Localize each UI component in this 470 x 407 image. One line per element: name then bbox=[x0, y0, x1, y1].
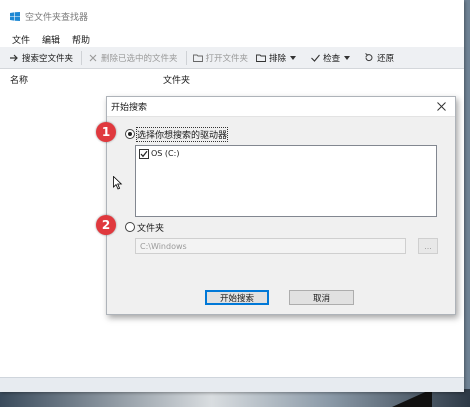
title-bar: 空文件夹查找器 bbox=[0, 0, 464, 32]
toolbar: 搜索空文件夹 删除已选中的文件夹 打开文件夹 排除 检查 还原 bbox=[0, 47, 464, 69]
cancel-button[interactable]: 取消 bbox=[289, 290, 354, 305]
checkmark-icon bbox=[310, 53, 320, 63]
folder-icon bbox=[192, 53, 203, 63]
folder-exclude-icon bbox=[256, 53, 266, 63]
restore-button[interactable]: 还原 bbox=[361, 49, 397, 67]
exclude-label: 排除 bbox=[269, 53, 287, 64]
check-button[interactable]: 检查 bbox=[307, 49, 359, 67]
restore-label: 还原 bbox=[377, 53, 395, 64]
app-icon bbox=[10, 11, 20, 21]
drive-checkbox[interactable] bbox=[139, 149, 149, 159]
status-bar bbox=[0, 377, 464, 392]
drives-option-label[interactable]: 选择你想搜索的驱动器 bbox=[135, 127, 229, 142]
start-search-button[interactable]: 开始搜索 bbox=[205, 290, 269, 305]
menu-file[interactable]: 文件 bbox=[12, 33, 30, 46]
menu-bar: 文件 编辑 帮助 bbox=[0, 32, 464, 46]
delete-x-icon bbox=[88, 53, 98, 63]
drives-radio[interactable] bbox=[125, 129, 135, 139]
open-folder-label: 打开文件夹 bbox=[205, 53, 249, 64]
dialog-title: 开始搜索 bbox=[111, 103, 148, 113]
chevron-down-icon[interactable] bbox=[290, 55, 297, 60]
exclude-button[interactable]: 排除 bbox=[253, 49, 305, 67]
mouse-cursor-icon bbox=[113, 176, 123, 190]
column-name[interactable]: 名称 bbox=[10, 73, 28, 86]
menu-help[interactable]: 帮助 bbox=[72, 33, 90, 46]
drive-label[interactable]: OS (C:) bbox=[151, 149, 179, 158]
search-empty-folders-button[interactable]: 搜索空文件夹 bbox=[6, 49, 76, 67]
search-empty-folders-label: 搜索空文件夹 bbox=[22, 53, 74, 64]
dialog-title-bar: 开始搜索 bbox=[107, 97, 455, 117]
start-search-dialog: 开始搜索 选择你想搜索的驱动器 OS (C:) 文件夹 ... 开始搜索 取消 bbox=[106, 96, 456, 315]
step-badge-2: 2 bbox=[96, 215, 116, 235]
drive-list[interactable]: OS (C:) bbox=[135, 145, 437, 217]
delete-selected-button[interactable]: 删除已选中的文件夹 bbox=[85, 49, 181, 67]
browse-button[interactable]: ... bbox=[418, 238, 438, 254]
step-badge-1: 1 bbox=[96, 122, 116, 142]
chevron-down-icon[interactable] bbox=[344, 55, 351, 60]
column-header: 名称 文件夹 bbox=[0, 70, 464, 88]
open-folder-button[interactable]: 打开文件夹 bbox=[190, 49, 252, 67]
restore-icon bbox=[364, 53, 374, 63]
column-folder[interactable]: 文件夹 bbox=[163, 73, 190, 86]
arrow-right-icon bbox=[9, 53, 19, 63]
close-icon[interactable] bbox=[434, 99, 448, 113]
folder-path-input[interactable] bbox=[135, 238, 406, 254]
toolbar-separator bbox=[81, 50, 83, 65]
folder-radio[interactable] bbox=[125, 222, 135, 232]
window-title: 空文件夹查找器 bbox=[25, 12, 89, 23]
toolbar-separator bbox=[185, 50, 187, 65]
menu-edit[interactable]: 编辑 bbox=[42, 33, 60, 46]
delete-selected-label: 删除已选中的文件夹 bbox=[101, 53, 178, 64]
folder-option-label[interactable]: 文件夹 bbox=[137, 221, 164, 234]
check-label: 检查 bbox=[323, 53, 341, 64]
